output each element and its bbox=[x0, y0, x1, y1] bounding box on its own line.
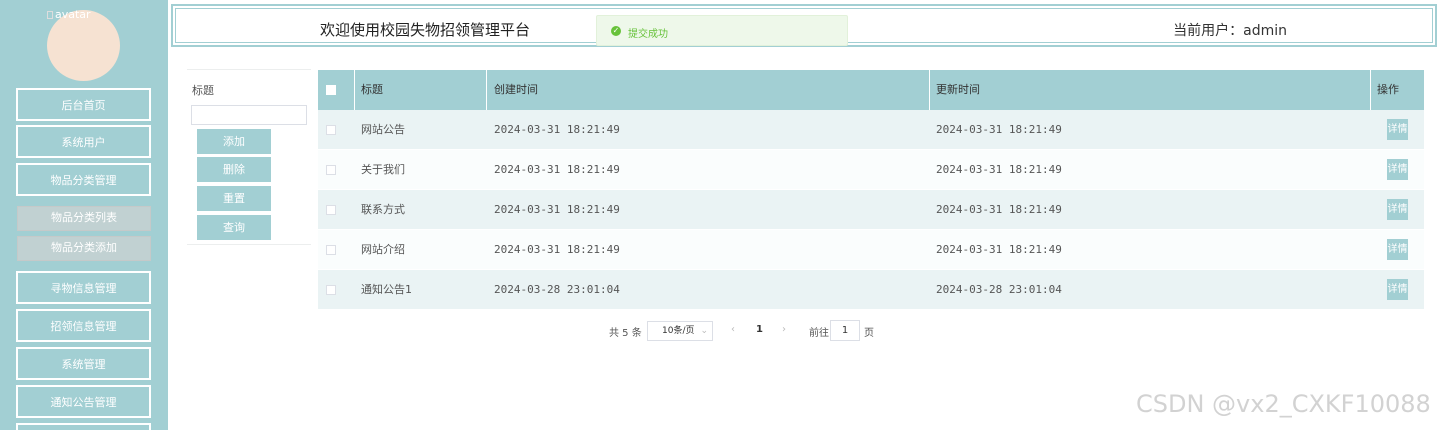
row-title: 网站公告 bbox=[361, 123, 405, 136]
avatar-alt-label: avatar bbox=[55, 8, 91, 21]
menu-item-system-users[interactable]: 系统用户 bbox=[16, 125, 151, 158]
row-created: 2024-03-31 18:21:49 bbox=[494, 243, 620, 256]
row-created: 2024-03-28 23:01:04 bbox=[494, 283, 620, 296]
menu-item-found-item-management[interactable]: 招领信息管理 bbox=[16, 309, 151, 342]
column-divider bbox=[354, 70, 355, 110]
menu-item-system-management[interactable]: 系统管理 bbox=[16, 347, 151, 380]
broken-image-icon bbox=[47, 11, 53, 19]
header-operation: 操作 bbox=[1377, 83, 1399, 96]
header-created[interactable]: 创建时间 bbox=[494, 70, 538, 110]
sidebar: avatar 后台首页 系统用户 物品分类管理 物品分类列表 物品分类添加 寻物… bbox=[0, 0, 168, 430]
row-created: 2024-03-31 18:21:49 bbox=[494, 163, 620, 176]
row-updated: 2024-03-28 23:01:04 bbox=[936, 283, 1062, 296]
row-title: 关于我们 bbox=[361, 163, 405, 176]
header-title[interactable]: 标题 bbox=[361, 70, 383, 110]
page-size-select[interactable]: 10条/页 ⌄ bbox=[647, 321, 713, 341]
pagination-total: 共 5 条 bbox=[609, 328, 642, 339]
row-checkbox[interactable] bbox=[326, 125, 336, 135]
watermark: CSDN @vx2_CXKF10088 bbox=[1136, 390, 1431, 418]
table-header: 标题 创建时间 更新时间 操作 bbox=[318, 70, 1424, 110]
menu-item-home[interactable]: 后台首页 bbox=[16, 88, 151, 121]
avatar-alt-text: avatar bbox=[47, 8, 91, 21]
row-updated: 2024-03-31 18:21:49 bbox=[936, 203, 1062, 216]
header-updated[interactable]: 更新时间 bbox=[936, 70, 980, 110]
row-checkbox[interactable] bbox=[326, 285, 336, 295]
page-unit-label: 页 bbox=[864, 328, 874, 339]
goto-label: 前往 bbox=[809, 328, 829, 339]
table-row: 网站公告 2024-03-31 18:21:49 2024-03-31 18:2… bbox=[318, 110, 1424, 150]
menu-item-partial[interactable] bbox=[16, 423, 151, 430]
toast-text: 提交成功 bbox=[628, 29, 668, 40]
row-checkbox[interactable] bbox=[326, 165, 336, 175]
column-divider bbox=[486, 70, 487, 110]
site-title: 欢迎使用校园失物招领管理平台 bbox=[320, 21, 531, 39]
check-icon: ✓ bbox=[611, 26, 621, 36]
add-button[interactable]: 添加 bbox=[197, 129, 271, 154]
table-row: 通知公告1 2024-03-28 23:01:04 2024-03-28 23:… bbox=[318, 270, 1424, 310]
row-checkbox[interactable] bbox=[326, 245, 336, 255]
table-row: 关于我们 2024-03-31 18:21:49 2024-03-31 18:2… bbox=[318, 150, 1424, 190]
detail-button[interactable]: 详情 bbox=[1387, 159, 1408, 180]
detail-button[interactable]: 详情 bbox=[1387, 239, 1408, 260]
goto-page-input[interactable]: 1 bbox=[830, 320, 860, 341]
table-row: 联系方式 2024-03-31 18:21:49 2024-03-31 18:2… bbox=[318, 190, 1424, 230]
query-button[interactable]: 查询 bbox=[197, 215, 271, 240]
menu-item-lost-item-management[interactable]: 寻物信息管理 bbox=[16, 271, 151, 304]
row-created: 2024-03-31 18:21:49 bbox=[494, 203, 620, 216]
row-title: 通知公告1 bbox=[361, 283, 412, 296]
detail-button[interactable]: 详情 bbox=[1387, 119, 1408, 140]
menu-item-notice-management[interactable]: 通知公告管理 bbox=[16, 385, 151, 418]
column-divider bbox=[929, 70, 930, 110]
app-root: avatar 后台首页 系统用户 物品分类管理 物品分类列表 物品分类添加 寻物… bbox=[0, 0, 1440, 430]
row-created: 2024-03-31 18:21:49 bbox=[494, 123, 620, 136]
row-checkbox[interactable] bbox=[326, 205, 336, 215]
delete-button[interactable]: 删除 bbox=[197, 157, 271, 182]
menu-item-category-management[interactable]: 物品分类管理 bbox=[16, 163, 151, 196]
detail-button[interactable]: 详情 bbox=[1387, 199, 1408, 220]
data-table: 标题 创建时间 更新时间 操作 网站公告 2024-03-31 18:21:49… bbox=[318, 70, 1424, 310]
row-title: 联系方式 bbox=[361, 203, 405, 216]
menu-item-category-add[interactable]: 物品分类添加 bbox=[17, 236, 151, 261]
column-divider bbox=[1370, 70, 1371, 110]
search-panel: 标题 添加 删除 重置 查询 bbox=[187, 69, 311, 245]
detail-button[interactable]: 详情 bbox=[1387, 279, 1408, 300]
prev-page-icon[interactable]: ‹ bbox=[731, 324, 735, 335]
row-updated: 2024-03-31 18:21:49 bbox=[936, 163, 1062, 176]
row-updated: 2024-03-31 18:21:49 bbox=[936, 123, 1062, 136]
row-title: 网站介绍 bbox=[361, 243, 405, 256]
select-all-checkbox[interactable] bbox=[326, 85, 336, 95]
page-size-value: 10条/页 bbox=[662, 326, 695, 336]
current-user-label: 当前用户：admin bbox=[1173, 23, 1287, 39]
search-title-label: 标题 bbox=[192, 84, 214, 97]
success-toast: ✓ 提交成功 bbox=[596, 15, 848, 46]
row-updated: 2024-03-31 18:21:49 bbox=[936, 243, 1062, 256]
reset-button[interactable]: 重置 bbox=[197, 186, 271, 211]
next-page-icon[interactable]: › bbox=[782, 324, 786, 335]
table-row: 网站介绍 2024-03-31 18:21:49 2024-03-31 18:2… bbox=[318, 230, 1424, 270]
menu-item-category-list[interactable]: 物品分类列表 bbox=[17, 206, 151, 231]
search-title-input[interactable] bbox=[191, 105, 307, 125]
page-number-current[interactable]: 1 bbox=[756, 324, 763, 335]
chevron-down-icon: ⌄ bbox=[700, 326, 708, 336]
